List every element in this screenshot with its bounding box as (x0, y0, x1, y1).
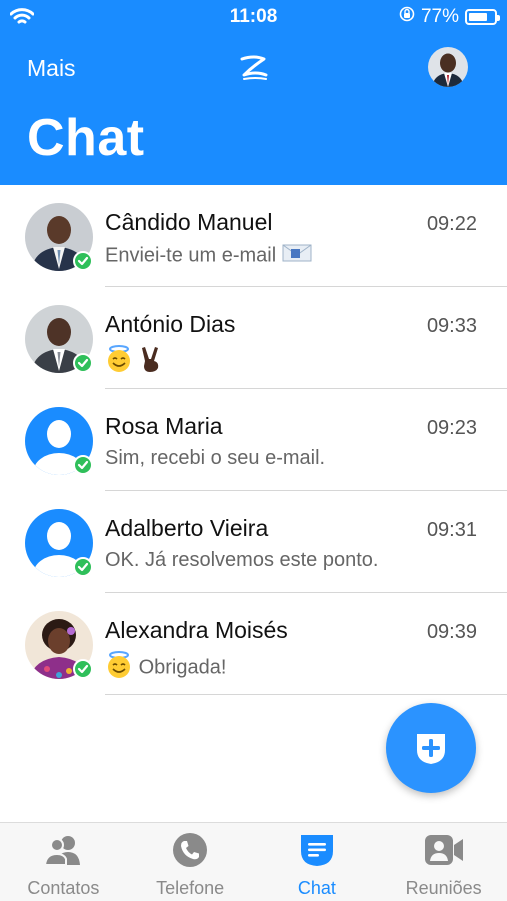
battery-percent: 77% (420, 6, 459, 27)
message-time: 09:31 (426, 519, 477, 541)
message-preview: OK. Já resolvemos este ponto. (105, 549, 379, 571)
app-header: 11:08 77% Mais Chat (0, 0, 507, 185)
smiling-halo-emoji-icon (105, 345, 133, 379)
phone-icon (173, 833, 208, 872)
chat-icon (299, 833, 335, 872)
contact-name: Cândido Manuel (105, 209, 273, 235)
avatar (25, 611, 93, 679)
contact-name: Adalberto Vieira (105, 515, 269, 541)
preview-text: Obrigada! (138, 656, 227, 679)
tab-label: Contatos (27, 878, 100, 898)
victory-hand-emoji-icon (139, 345, 163, 379)
message-time: 09:39 (426, 621, 477, 643)
envelope-emoji-icon (282, 243, 312, 269)
battery-icon (465, 9, 500, 25)
chat-item[interactable]: Cândido Manuel 09:22 Enviei-te um e-mail (0, 185, 507, 287)
more-button[interactable]: Mais (27, 55, 76, 82)
tab-label: Chat (297, 878, 336, 898)
tab-telefone[interactable]: Telefone (127, 823, 254, 901)
preview-text: Enviei-te um e-mail (105, 244, 277, 267)
avatar (25, 407, 93, 475)
tab-contatos[interactable]: Contatos (0, 823, 127, 901)
status-indicators: 77% (399, 6, 500, 28)
online-status-icon (73, 659, 93, 679)
smiling-halo-emoji-icon (105, 651, 133, 685)
tab-label: Telefone (156, 878, 225, 898)
avatar (25, 305, 93, 373)
chat-item[interactable]: Rosa Maria 09:23 Sim, recebi o seu e-mai… (0, 389, 507, 491)
video-icon (424, 833, 464, 872)
online-status-icon (73, 557, 93, 577)
message-preview: Sim, recebi o seu e-mail. (105, 447, 326, 469)
avatar (25, 203, 93, 271)
online-status-icon (73, 455, 93, 475)
online-status-icon (73, 251, 93, 271)
page-title: Chat (27, 109, 145, 167)
message-preview: Enviei-te um e-mail (105, 243, 312, 269)
tab-chat[interactable]: Chat (254, 823, 381, 901)
tab-bar: Contatos Telefone Chat Reuniões (0, 822, 507, 901)
chat-item[interactable]: Alexandra Moisés 09:39 Obrigada! (0, 593, 507, 695)
message-time: 09:22 (426, 213, 477, 235)
message-time: 09:23 (426, 417, 477, 439)
tab-reunioes[interactable]: Reuniões (380, 823, 507, 901)
contact-name: Rosa Maria (105, 413, 223, 439)
chat-item[interactable]: Adalberto Vieira 09:31 OK. Já resolvemos… (0, 491, 507, 593)
chat-list: Cândido Manuel 09:22 Enviei-te um e-mail (0, 185, 507, 695)
tab-label: Reuniões (405, 878, 482, 898)
online-status-icon (73, 353, 93, 373)
profile-avatar[interactable] (428, 47, 468, 87)
chat-item[interactable]: António Dias 09:33 (0, 287, 507, 389)
avatar (25, 509, 93, 577)
zoom-logo-icon[interactable] (238, 53, 270, 88)
rotation-lock-icon (399, 6, 415, 28)
contact-name: António Dias (105, 311, 236, 337)
new-chat-plus-icon (417, 734, 445, 764)
contact-name: Alexandra Moisés (105, 617, 288, 643)
contacts-icon (44, 833, 82, 872)
message-preview: Obrigada! (105, 651, 226, 685)
new-chat-button[interactable] (386, 703, 476, 793)
message-time: 09:33 (426, 315, 477, 337)
status-bar: 11:08 77% (0, 0, 507, 34)
message-preview (105, 345, 163, 379)
